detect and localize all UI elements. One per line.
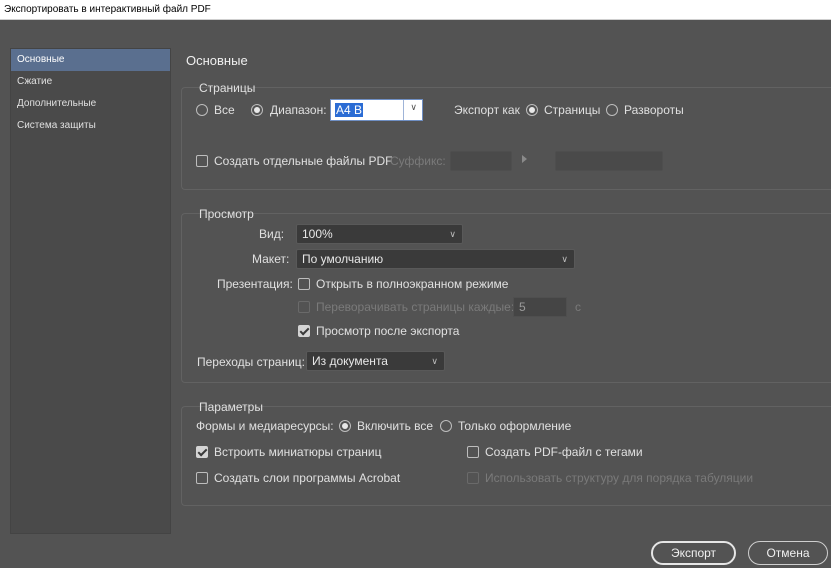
flip-pages-checkbox[interactable] [298,301,310,313]
embed-thumbnails-checkbox[interactable] [196,446,208,458]
pages-all-radio[interactable] [196,104,208,116]
view-value: 100% [302,227,333,241]
pages-all-label: Все [214,103,235,117]
export-pages-radio[interactable] [526,104,538,116]
view-label: Вид: [259,227,285,241]
flip-seconds-input[interactable]: 5 [513,297,567,317]
sidebar-item-general[interactable]: Основные [11,49,170,71]
pages-range-radio[interactable] [251,104,263,116]
view-dropdown[interactable]: 100% ∨ [296,224,463,244]
include-all-radio[interactable] [339,420,351,432]
window-title: Экспортировать в интерактивный файл PDF [4,4,211,15]
sidebar: Основные Сжатие Дополнительные Система з… [10,48,171,534]
pages-group-title: Страницы [199,81,256,95]
layout-value: По умолчанию [302,252,384,266]
embed-thumbnails-label: Встроить миниатюры страниц [214,445,382,459]
include-all-label: Включить все [357,419,434,433]
suffix-token-field[interactable] [555,151,663,171]
chevron-down-icon: ∨ [449,229,456,239]
suffix-label: Суффикс: [390,154,446,168]
tagged-pdf-checkbox[interactable] [467,446,479,458]
transitions-dropdown[interactable]: Из документа ∨ [306,351,445,371]
sidebar-item-compression[interactable]: Сжатие [11,71,170,93]
page-title: Основные [186,53,248,68]
title-bar: Экспортировать в интерактивный файл PDF [0,0,831,20]
range-divider [403,100,404,120]
transitions-label: Переходы страниц: [197,355,305,369]
chevron-down-icon[interactable]: ∨ [410,102,417,113]
view-after-export-checkbox[interactable] [298,325,310,337]
separate-files-checkbox[interactable] [196,155,208,167]
sidebar-item-security[interactable]: Система защиты [11,115,170,137]
export-spreads-radio[interactable] [606,104,618,116]
range-value: A4 B [335,103,364,117]
triangle-right-icon[interactable] [522,155,527,163]
acrobat-layers-label: Создать слои программы Acrobat [214,471,401,485]
tab-order-label: Использовать структуру для порядка табул… [485,471,754,485]
transitions-value: Из документа [312,354,388,368]
layout-label: Макет: [252,252,290,266]
chevron-down-icon: ∨ [561,254,568,264]
acrobat-layers-checkbox[interactable] [196,472,208,484]
appearance-only-label: Только оформление [458,419,572,433]
export-pages-label: Страницы [544,103,601,117]
fullscreen-label: Открыть в полноэкранном режиме [316,277,509,291]
flip-pages-label: Переворачивать страницы каждые: [316,300,515,314]
export-spreads-label: Развороты [624,103,684,117]
tagged-pdf-label: Создать PDF-файл с тегами [485,445,643,459]
fullscreen-checkbox[interactable] [298,278,310,290]
suffix-input[interactable] [450,151,512,171]
view-group-title: Просмотр [199,207,254,221]
export-as-label: Экспорт как [454,103,520,117]
export-button[interactable]: Экспорт [651,541,736,565]
tab-order-checkbox[interactable] [467,472,479,484]
options-group-title: Параметры [199,400,263,414]
presentation-label: Презентация: [217,277,293,291]
pages-range-label: Диапазон: [270,103,327,117]
view-after-export-label: Просмотр после экспорта [316,324,460,338]
layout-dropdown[interactable]: По умолчанию ∨ [296,249,575,269]
flip-seconds-unit: с [575,300,581,314]
chevron-down-icon: ∨ [431,356,438,366]
forms-label: Формы и медиаресурсы: [196,419,334,433]
separate-files-label: Создать отдельные файлы PDF [214,154,393,168]
range-input[interactable]: A4 B ∨ [330,99,423,121]
cancel-button[interactable]: Отмена [748,541,828,565]
sidebar-item-advanced[interactable]: Дополнительные [11,93,170,115]
appearance-only-radio[interactable] [440,420,452,432]
